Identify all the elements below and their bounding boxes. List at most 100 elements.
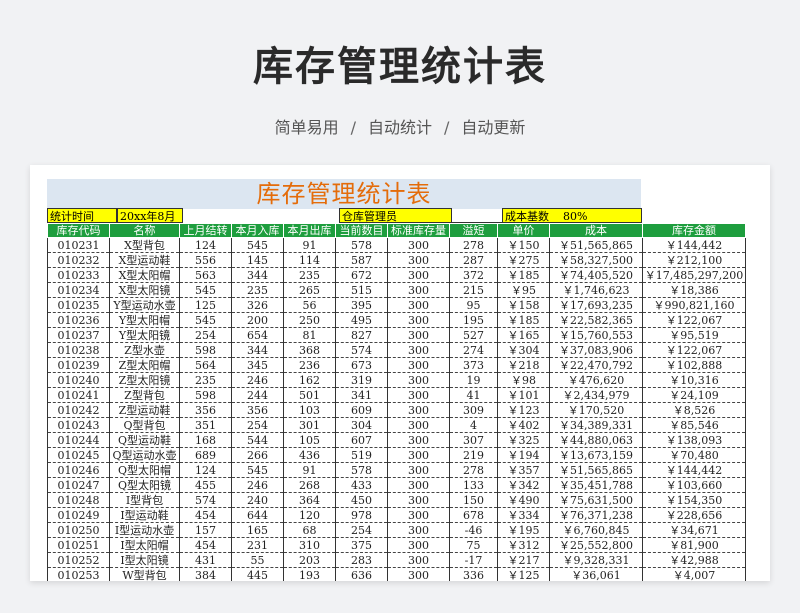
cell-col-cost: ￥74,405,520 (549, 267, 643, 283)
cell-col-in: 254 (231, 417, 284, 433)
table-row: 010250 I型运动水壶 157 165 68 254 300 -46 ￥195 ￥6,760,… (47, 522, 746, 538)
cell-col-name: I型背包 (109, 492, 180, 508)
table-row: 010231 X型背包 124 545 91 578 300 278 ￥150 ￥51,565,8… (47, 237, 746, 253)
cell-col-standard: 300 (387, 297, 450, 313)
cell-col-cost: ￥13,673,159 (549, 447, 643, 463)
cell-col-current: 607 (335, 432, 388, 448)
manager-label: 仓库管理员 (339, 208, 452, 223)
cell-col-last-month: 545 (179, 312, 232, 328)
cell-col-standard: 300 (387, 522, 450, 538)
header-col-current: 当前数目 (335, 223, 388, 238)
cell-col-in: 545 (231, 462, 284, 478)
header-col-out: 本月出库 (283, 223, 336, 238)
cell-col-name: Z型太阳镜 (109, 372, 180, 388)
cell-col-diff: 219 (449, 447, 498, 463)
cell-col-diff: 95 (449, 297, 498, 313)
cell-col-amount: ￥122,067 (642, 312, 746, 328)
cell-col-in: 244 (231, 387, 284, 403)
cell-col-name: I型太阳镜 (109, 552, 180, 568)
cell-col-current: 304 (335, 417, 388, 433)
cell-col-amount: ￥34,671 (642, 522, 746, 538)
cell-col-amount: ￥18,386 (642, 282, 746, 298)
cell-col-standard: 300 (387, 372, 450, 388)
cell-col-code: 010242 (47, 402, 110, 418)
cell-col-current: 283 (335, 552, 388, 568)
table-row: 010240 Z型太阳镜 235 246 162 319 300 19 ￥98 ￥476,620 ￥… (47, 372, 746, 388)
cell-col-current: 578 (335, 237, 388, 253)
cell-col-cost: ￥170,520 (549, 402, 643, 418)
cell-col-amount: ￥24,109 (642, 387, 746, 403)
cell-col-price: ￥158 (497, 297, 550, 313)
cell-col-amount: ￥42,988 (642, 552, 746, 568)
cell-col-in: 544 (231, 432, 284, 448)
cell-col-cost: ￥58,327,500 (549, 252, 643, 268)
cell-col-standard: 300 (387, 387, 450, 403)
cell-col-cost: ￥9,328,331 (549, 552, 643, 568)
cell-col-amount: ￥138,093 (642, 432, 746, 448)
cell-col-amount: ￥154,350 (642, 492, 746, 508)
cell-col-diff: 195 (449, 312, 498, 328)
cell-col-diff: 19 (449, 372, 498, 388)
cell-col-code: 010235 (47, 297, 110, 313)
cell-col-last-month: 545 (179, 282, 232, 298)
cell-col-price: ￥123 (497, 402, 550, 418)
cell-col-name: I型太阳帽 (109, 537, 180, 553)
cell-col-in: 231 (231, 537, 284, 553)
cell-col-diff: 133 (449, 477, 498, 493)
cell-col-price: ￥490 (497, 492, 550, 508)
cell-col-price: ￥312 (497, 537, 550, 553)
cell-col-name: I型运动水壶 (109, 522, 180, 538)
cell-col-code: 010239 (47, 357, 110, 373)
cell-col-cost: ￥75,631,500 (549, 492, 643, 508)
cell-col-standard: 300 (387, 537, 450, 553)
inventory-table: 库存代码 名称 上月结转 本月入库 本月出库 当前数目 标准库存量 溢短 单价 成本 库存金额 01… (47, 223, 746, 581)
cell-col-code: 010245 (47, 447, 110, 463)
cell-col-price: ￥275 (497, 252, 550, 268)
cell-col-diff: 150 (449, 492, 498, 508)
cell-col-amount: ￥122,067 (642, 342, 746, 358)
cell-col-current: 636 (335, 567, 388, 581)
cell-col-last-month: 254 (179, 327, 232, 343)
period-label: 统计时间 (47, 208, 117, 223)
cell-col-last-month: 564 (179, 357, 232, 373)
cell-col-code: 010231 (47, 237, 110, 253)
table-row: 010235 Y型运动水壶 125 326 56 395 300 95 ￥158 ￥17,693,… (47, 297, 746, 313)
cell-col-code: 010236 (47, 312, 110, 328)
header-col-in: 本月入库 (231, 223, 284, 238)
cell-col-in: 545 (231, 237, 284, 253)
cell-col-code: 010250 (47, 522, 110, 538)
cell-col-last-month: 125 (179, 297, 232, 313)
cell-col-price: ￥304 (497, 342, 550, 358)
cell-col-current: 587 (335, 252, 388, 268)
cell-col-out: 120 (283, 507, 336, 523)
cell-col-standard: 300 (387, 552, 450, 568)
cell-col-cost: ￥44,880,063 (549, 432, 643, 448)
cell-col-out: 105 (283, 432, 336, 448)
cell-col-in: 326 (231, 297, 284, 313)
cell-col-standard: 300 (387, 417, 450, 433)
cell-col-price: ￥357 (497, 462, 550, 478)
cell-col-standard: 300 (387, 237, 450, 253)
cell-col-cost: ￥6,760,845 (549, 522, 643, 538)
cell-col-price: ￥185 (497, 267, 550, 283)
cell-col-name: Z型运动鞋 (109, 402, 180, 418)
cell-col-code: 010247 (47, 477, 110, 493)
cell-col-last-month: 235 (179, 372, 232, 388)
cell-col-out: 203 (283, 552, 336, 568)
cell-col-current: 519 (335, 447, 388, 463)
cell-col-out: 364 (283, 492, 336, 508)
cell-col-name: Q型太阳镜 (109, 477, 180, 493)
cell-col-name: X型太阳帽 (109, 267, 180, 283)
cell-col-amount: ￥102,888 (642, 357, 746, 373)
cell-col-diff: 372 (449, 267, 498, 283)
cell-col-standard: 300 (387, 447, 450, 463)
cell-col-amount: ￥81,900 (642, 537, 746, 553)
cell-col-standard: 300 (387, 402, 450, 418)
cell-col-out: 114 (283, 252, 336, 268)
table-row: 010252 I型太阳镜 431 55 203 283 300 -17 ￥217 ￥9,328,3… (47, 552, 746, 568)
cell-col-last-month: 124 (179, 462, 232, 478)
table-row: 010232 X型运动鞋 556 145 114 587 300 287 ￥275 ￥58,327… (47, 252, 746, 268)
page-title: 库存管理统计表 (253, 44, 547, 90)
cell-col-out: 368 (283, 342, 336, 358)
cell-col-price: ￥95 (497, 282, 550, 298)
